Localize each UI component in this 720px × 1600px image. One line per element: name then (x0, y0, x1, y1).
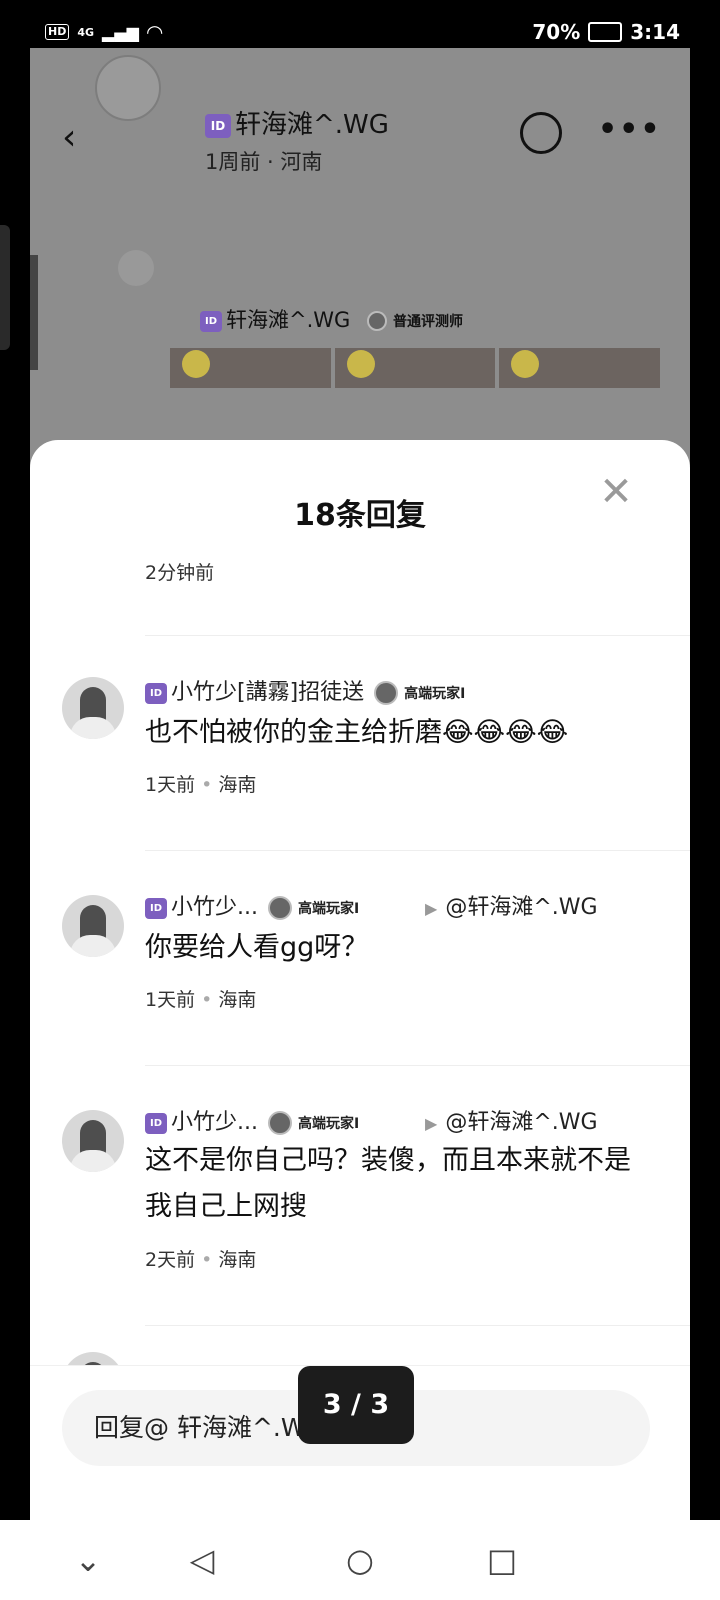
reply-input-placeholder: 回复@ 轩海滩^.WG (94, 1413, 325, 1442)
id-badge-icon: ID (145, 682, 167, 704)
comment-meta: 2天前 • 海南 (145, 1245, 256, 1272)
reply-target-text: @轩海滩^.WG (445, 1110, 598, 1135)
close-icon[interactable]: ✕ (596, 472, 636, 512)
wifi-icon: ◠ (146, 20, 163, 44)
divider (145, 1325, 690, 1326)
reply-target[interactable]: ▶ @轩海滩^.WG (425, 889, 598, 921)
author-name-text: 轩海滩^.WG (235, 110, 389, 140)
divider (145, 635, 690, 636)
divider (145, 850, 690, 851)
commenter-name-text: 小竹少... (171, 895, 258, 920)
home-circle-icon[interactable]: ○ (336, 1536, 384, 1584)
back-icon[interactable]: ‹ (62, 117, 76, 158)
player-badge-icon (374, 681, 399, 705)
post-image[interactable] (170, 348, 331, 388)
reply-target[interactable]: ▶ @轩海滩^.WG (425, 1104, 598, 1136)
battery-percentage: 70% (532, 20, 581, 44)
comment-time: 1天前 (145, 774, 196, 796)
comment-time: 1天前 (145, 989, 196, 1011)
post-image[interactable] (334, 348, 496, 388)
page-indicator: 3 / 3 (298, 1366, 414, 1444)
recents-square-icon[interactable]: □ (478, 1536, 526, 1584)
commenter-avatar[interactable] (62, 677, 124, 739)
emoji-face-icon (511, 350, 540, 378)
post-author-text: 轩海滩^.WG (226, 308, 351, 332)
id-badge-icon: ID (145, 1112, 167, 1134)
player-badge-icon (267, 1111, 292, 1135)
side-edge-shadow (30, 255, 38, 370)
reply-arrow-icon: ▶ (425, 899, 438, 918)
comment-time: 2分钟前 (145, 562, 215, 584)
player-badge-icon (267, 896, 292, 920)
more-icon[interactable]: ••• (598, 112, 662, 147)
side-hardware-edge (0, 225, 10, 350)
commenter-name-text: 小竹少... (171, 1110, 258, 1135)
commenter-name[interactable]: ID 小竹少... 高端玩家I (145, 889, 359, 921)
replies-sheet: 18条回复 ✕ 2分钟前 ID 小竹少[講霧]招徒送 高端玩家I 也不怕被你的金主给… (30, 440, 690, 1520)
separator-dot: • (201, 774, 213, 796)
author-name[interactable]: ID 轩海滩^.WG (205, 104, 389, 141)
commenter-name[interactable]: ID 小竹少... 高端玩家I (145, 1104, 359, 1136)
commenter-name[interactable]: ID 小竹少[講霧]招徒送 高端玩家I (145, 674, 465, 706)
commenter-avatar[interactable] (62, 895, 124, 957)
id-badge-icon: ID (200, 310, 222, 332)
reply-target-text: @轩海滩^.WG (445, 895, 598, 920)
comment-time: 2天前 (145, 1249, 196, 1271)
status-bar: HD 4G ▂▄▆ ◠ 70% 3:14 (45, 20, 680, 50)
player-badge: 高端玩家I (404, 686, 466, 702)
comment-meta: 1天前 • 海南 (145, 770, 256, 797)
clock: 3:14 (630, 20, 680, 44)
comment-location: 海南 (218, 989, 257, 1011)
comment-text: 你要给人看gg呀？ (145, 932, 369, 963)
post-image-strip[interactable] (170, 348, 661, 388)
system-nav-bar: ⌄ ◁ ○ □ (0, 1520, 720, 1600)
post-avatar[interactable] (118, 250, 154, 286)
post-author-badge: 普通评测师 (393, 314, 463, 330)
share-icon[interactable] (520, 112, 562, 154)
post-meta: 1周前 · 河南 (205, 150, 323, 174)
comment-text: 也不怕被你的金主给折磨😂😂😂😂 (145, 717, 569, 748)
id-badge-icon: ID (145, 897, 167, 919)
separator-dot: • (201, 1249, 213, 1271)
comment-location: 海南 (218, 774, 257, 796)
signal-indicator: 4G (77, 25, 95, 39)
emoji-face-icon (182, 350, 210, 378)
post-author[interactable]: ID 轩海滩^.WG 普通评测师 (200, 304, 463, 334)
reply-arrow-icon: ▶ (425, 1114, 438, 1133)
comment-text: 这不是你自己吗？装傻，而且本来就不是我自己上网搜 (145, 1145, 631, 1222)
chevron-down-icon[interactable]: ⌄ (64, 1536, 112, 1584)
comment-meta: 1天前 • 海南 (145, 985, 256, 1012)
id-badge-icon: ID (205, 113, 231, 138)
emoji-face-icon (346, 350, 375, 378)
player-badge: 高端玩家I (297, 1116, 360, 1132)
hd-indicator: HD (45, 24, 70, 40)
commenter-avatar[interactable] (62, 1110, 124, 1172)
sheet-title: 18条回复 (294, 498, 426, 533)
back-triangle-icon[interactable]: ◁ (178, 1536, 226, 1584)
post-image[interactable] (499, 348, 661, 388)
separator-dot: • (201, 989, 213, 1011)
comment-location: 海南 (218, 1249, 257, 1271)
reviewer-badge-icon (367, 311, 387, 331)
player-badge: 高端玩家I (297, 901, 360, 917)
commenter-name-text: 小竹少[講霧]招徒送 (171, 680, 365, 705)
signal-bars-icon: ▂▄▆ (102, 22, 139, 42)
author-avatar[interactable] (95, 55, 161, 121)
battery-icon (588, 22, 623, 42)
divider (145, 1065, 690, 1066)
